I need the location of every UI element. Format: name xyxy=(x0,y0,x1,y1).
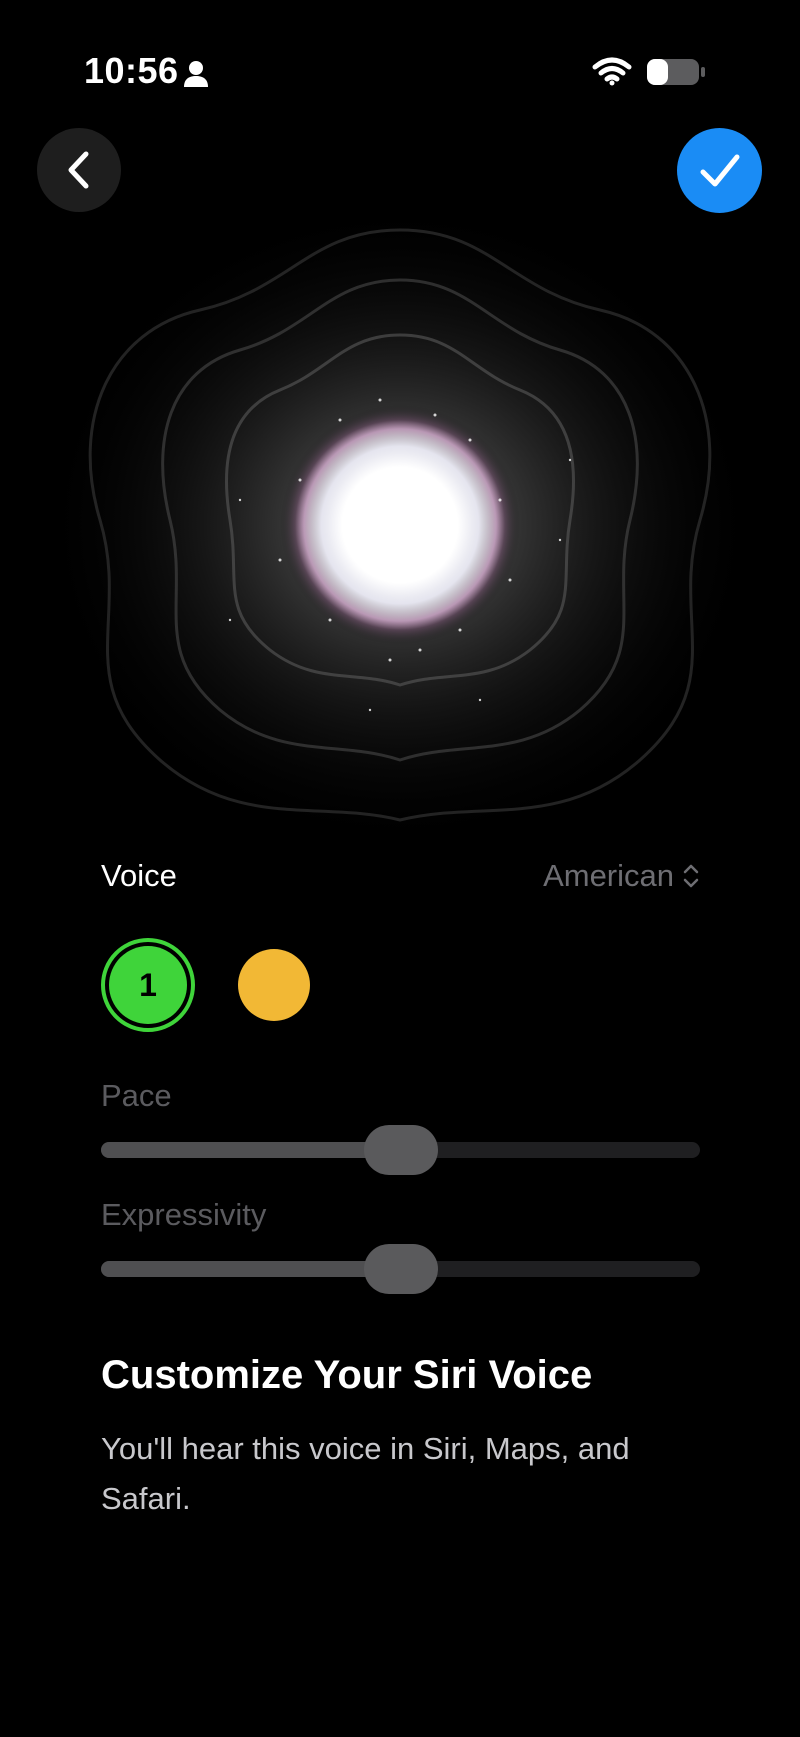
voice-option-1-number: 1 xyxy=(139,966,157,1003)
checkmark-icon xyxy=(700,154,739,186)
siri-orb-animation xyxy=(40,200,760,850)
pace-slider[interactable] xyxy=(101,1125,700,1175)
page-description: You'll hear this voice in Siri, Maps, an… xyxy=(101,1431,630,1516)
voice-option-1[interactable]: 1 xyxy=(101,938,195,1032)
status-bar: 10:56 xyxy=(0,0,800,150)
person-icon xyxy=(184,61,208,87)
accent-selector[interactable]: American xyxy=(543,858,700,894)
pace-slider-fill xyxy=(101,1142,401,1158)
status-time: 10:56 xyxy=(84,50,179,91)
accent-value: American xyxy=(543,858,674,893)
battery-icon xyxy=(647,59,705,85)
expressivity-slider-thumb[interactable] xyxy=(363,1244,438,1294)
voice-row: Voice American xyxy=(101,853,700,903)
wifi-icon xyxy=(592,57,632,86)
chevron-up-down-icon xyxy=(683,864,699,888)
expressivity-label: Expressivity xyxy=(101,1197,267,1232)
chevron-left-icon xyxy=(68,151,89,189)
pace-slider-thumb[interactable] xyxy=(363,1125,438,1175)
voice-label: Voice xyxy=(101,858,177,893)
expressivity-slider[interactable] xyxy=(101,1244,700,1294)
pace-label: Pace xyxy=(101,1078,172,1113)
page-title: Customize Your Siri Voice xyxy=(101,1353,593,1397)
voice-option-2[interactable] xyxy=(238,949,310,1021)
expressivity-slider-fill xyxy=(101,1261,401,1277)
voice-option-1-fill: 1 xyxy=(109,946,187,1024)
